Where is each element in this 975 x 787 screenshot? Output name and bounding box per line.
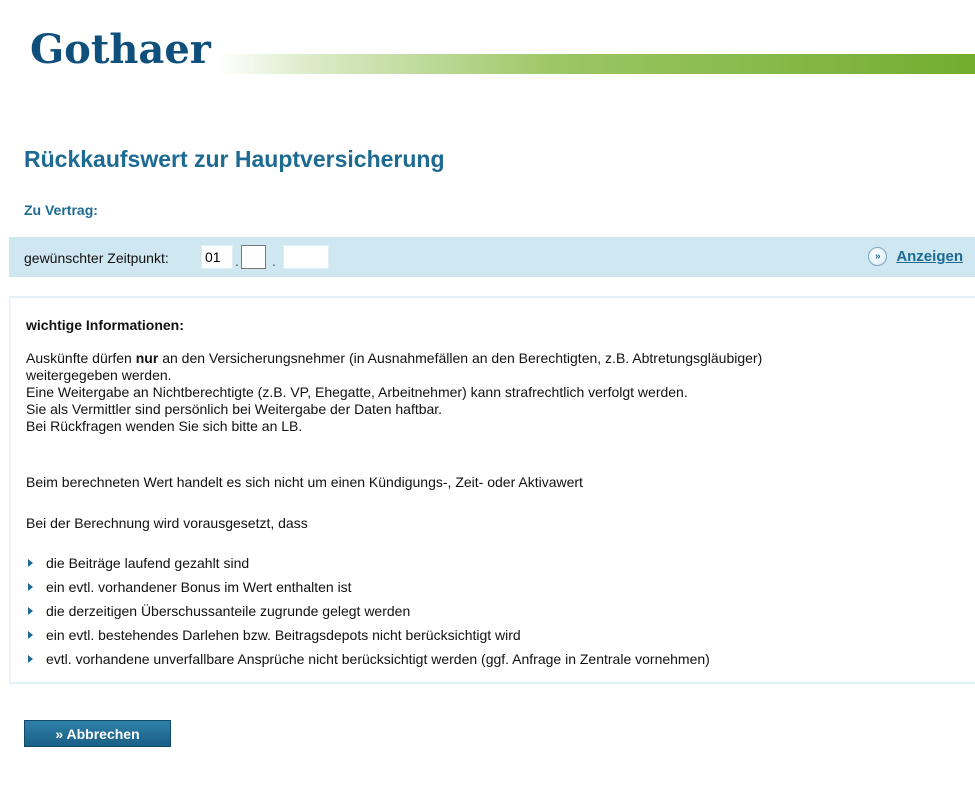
show-link[interactable]: » Anzeigen: [868, 247, 963, 266]
assumption-list: die Beiträge laufend gezahlt sind ein ev…: [26, 555, 710, 675]
info-heading: wichtige Informationen:: [26, 317, 184, 333]
list-item: evtl. vorhandene unverfallbare Ansprüche…: [26, 651, 710, 675]
show-link-label: Anzeigen: [896, 248, 963, 265]
gothaer-logo: Gothaer: [30, 26, 211, 73]
cancel-button[interactable]: » Abbrechen: [24, 720, 171, 747]
list-item: die Beiträge laufend gezahlt sind: [26, 555, 710, 579]
info-line: Bei Rückfragen wenden Sie sich bitte an …: [26, 418, 303, 434]
contract-label: Zu Vertrag:: [24, 202, 98, 218]
info-paragraph-value-type: Beim berechneten Wert handelt es sich ni…: [26, 474, 583, 490]
header: Gothaer: [0, 0, 975, 100]
double-chevron-right-icon: »: [868, 247, 888, 266]
year-input[interactable]: [283, 245, 329, 269]
info-text: an den Versicherungsnehmer (in Ausnahmef…: [158, 350, 763, 366]
list-item: ein evtl. vorhandener Bonus im Wert enth…: [26, 579, 710, 603]
triangle-bullet-icon: [28, 655, 33, 663]
list-item-text: ein evtl. vorhandener Bonus im Wert enth…: [46, 579, 352, 595]
month-input[interactable]: [241, 245, 266, 269]
info-line: weitergegeben werden.: [26, 367, 172, 383]
triangle-bullet-icon: [28, 607, 33, 615]
info-line: Sie als Vermittler sind persönlich bei W…: [26, 401, 443, 417]
day-input[interactable]: [201, 245, 233, 269]
list-item: ein evtl. bestehendes Darlehen bzw. Beit…: [26, 627, 710, 651]
info-box: wichtige Informationen: Auskünfte dürfen…: [9, 296, 975, 684]
triangle-bullet-icon: [28, 631, 33, 639]
triangle-bullet-icon: [28, 583, 33, 591]
brand-bar: [218, 54, 975, 74]
info-text: Auskünfte dürfen: [26, 350, 136, 366]
page-title: Rückkaufswert zur Hauptversicherung: [24, 146, 445, 172]
list-item-text: ein evtl. bestehendes Darlehen bzw. Beit…: [46, 627, 521, 643]
date-separator: .: [272, 253, 276, 269]
list-item: die derzeitigen Überschussanteile zugrun…: [26, 603, 710, 627]
date-separator: .: [235, 253, 239, 269]
date-form-bar: gewünschter Zeitpunkt: . . » Anzeigen: [9, 237, 975, 277]
date-label: gewünschter Zeitpunkt:: [24, 250, 169, 266]
info-line: Auskünfte dürfen nur an den Versicherung…: [26, 350, 956, 367]
triangle-bullet-icon: [28, 559, 33, 567]
list-item-text: evtl. vorhandene unverfallbare Ansprüche…: [46, 651, 710, 667]
info-line: Eine Weitergabe an Nichtberechtigte (z.B…: [26, 384, 688, 400]
info-text-bold: nur: [135, 350, 159, 366]
list-item-text: die Beiträge laufend gezahlt sind: [46, 555, 250, 571]
list-item-text: die derzeitigen Überschussanteile zugrun…: [46, 603, 411, 619]
info-paragraph-assumption: Bei der Berechnung wird vorausgesetzt, d…: [26, 515, 308, 531]
info-paragraph-liability: Auskünfte dürfen nur an den Versicherung…: [26, 350, 956, 435]
